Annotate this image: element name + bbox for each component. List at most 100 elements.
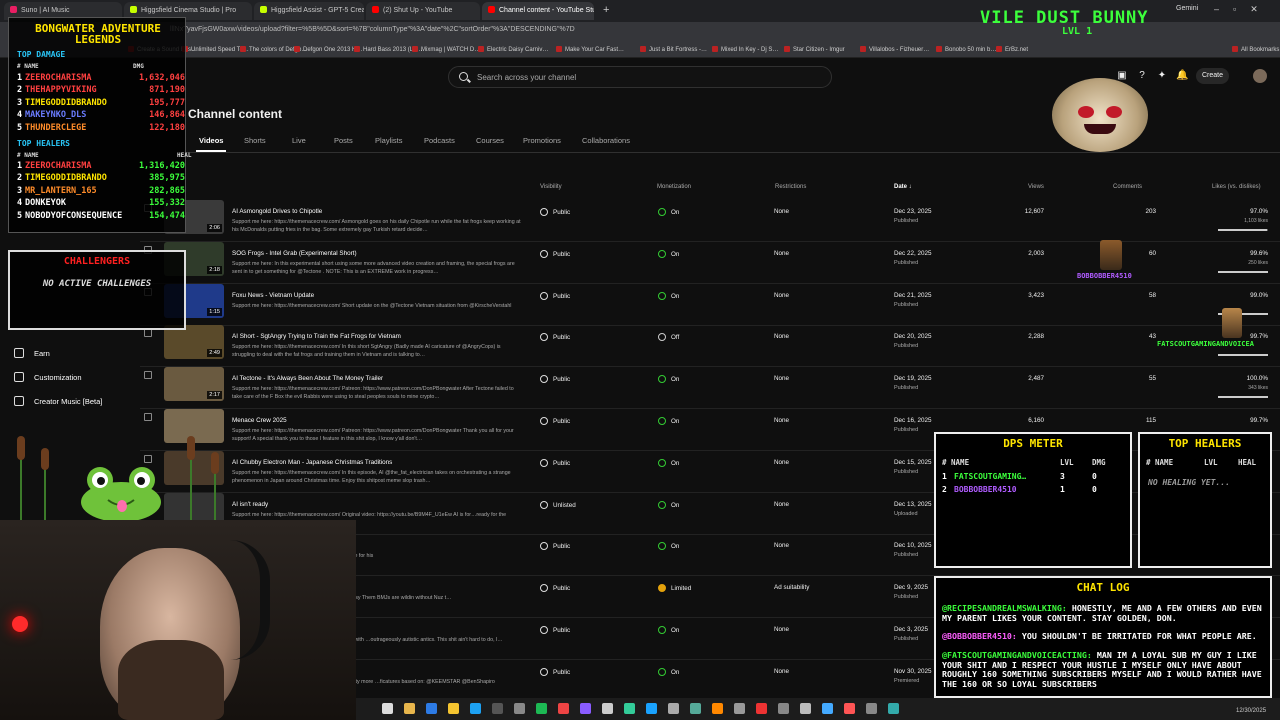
taskbar-app-icon[interactable] xyxy=(888,703,899,714)
sidebar-item-customization[interactable]: Customization xyxy=(14,372,82,382)
bookmark[interactable]: Make Your Car Fast… xyxy=(556,46,624,53)
bookmark[interactable]: Just a Bit Fortress -… xyxy=(640,46,707,53)
bookmark[interactable]: Electric Daisy Carniv… xyxy=(478,46,548,53)
tab-videos[interactable]: Videos xyxy=(199,136,223,145)
monetization-cell[interactable]: On xyxy=(658,667,679,676)
table-row[interactable]: 2:49 AI Short - SgtAngry Trying to Train … xyxy=(140,325,1280,368)
monetization-cell[interactable]: On xyxy=(658,626,679,634)
visibility-cell[interactable]: Public xyxy=(540,291,570,300)
taskbar-app-icon[interactable] xyxy=(536,703,547,714)
video-title[interactable]: AI Short - SgtAngry Trying to Train the … xyxy=(232,333,401,340)
bookmark[interactable]: Bonobo 50 min b… xyxy=(936,46,996,53)
taskbar-app-icon[interactable] xyxy=(404,703,415,714)
taskbar-app-icon[interactable] xyxy=(624,703,635,714)
taskbar-app-icon[interactable] xyxy=(580,703,591,714)
table-row[interactable]: 2:17 AI Tectone - It's Always Been About … xyxy=(140,367,1280,410)
bookmark[interactable]: Star Citizen - Imgur xyxy=(784,46,845,53)
new-tab-button[interactable]: + xyxy=(603,4,609,16)
url-text[interactable]: lllNxTyavFjsGW0axw/videos/upload?filter=… xyxy=(170,26,575,33)
gemini-button[interactable]: Gemini xyxy=(1176,5,1198,12)
taskbar-app-icon[interactable] xyxy=(602,703,613,714)
visibility-cell[interactable]: Public xyxy=(540,208,570,216)
avatar[interactable] xyxy=(1253,69,1267,83)
taskbar-app-icon[interactable] xyxy=(734,703,745,714)
search-input[interactable]: Search across your channel xyxy=(448,66,832,88)
tab-promotions[interactable]: Promotions xyxy=(523,136,561,145)
tab-live[interactable]: Live xyxy=(292,136,306,145)
bookmark[interactable]: Defgon One 2013 H… xyxy=(294,46,362,53)
bookmark[interactable]: Unlimited Speed Te… xyxy=(182,46,249,53)
visibility-cell[interactable]: Unlisted xyxy=(540,500,576,509)
create-button[interactable]: Create xyxy=(1196,68,1230,84)
monetization-cell[interactable]: On xyxy=(658,458,679,467)
video-title[interactable]: AI isn't ready xyxy=(232,501,268,508)
row-checkbox[interactable] xyxy=(144,371,152,380)
browser-tab[interactable]: Higgsfield Assist - GPT-5 Creat xyxy=(254,2,364,20)
browser-tab[interactable]: (2) Shut Up - YouTube xyxy=(366,2,480,20)
taskbar-app-icon[interactable] xyxy=(844,703,855,714)
taskbar-app-icon[interactable] xyxy=(426,703,437,714)
col-monetization[interactable]: Monetization xyxy=(657,184,691,190)
browser-tab[interactable]: Channel content - YouTube Stu xyxy=(482,2,594,20)
video-title[interactable]: Menace Crew 2025 xyxy=(232,417,287,424)
taskbar-app-icon[interactable] xyxy=(866,703,877,714)
bookmark[interactable]: ErBz.net xyxy=(996,46,1028,53)
visibility-cell[interactable]: Public xyxy=(540,626,570,634)
taskbar-app-icon[interactable] xyxy=(668,703,679,714)
bell-icon[interactable]: 🔔 xyxy=(1176,70,1188,82)
sidebar-item-earn[interactable]: Earn xyxy=(14,348,50,358)
visibility-cell[interactable]: Public xyxy=(540,417,570,425)
taskbar-app-icon[interactable] xyxy=(558,703,569,714)
table-row[interactable]: 2:06 AI Asmongold Drives to Chipotle Suppo… xyxy=(140,200,1280,242)
bookmark[interactable]: Villalobos - Fizheuer… xyxy=(860,46,929,53)
bookmark[interactable]: Mixed In Key - Dj S… xyxy=(712,46,778,53)
tab-courses[interactable]: Courses xyxy=(476,136,504,145)
taskbar-app-icon[interactable] xyxy=(756,703,767,714)
visibility-cell[interactable]: Public xyxy=(540,584,570,593)
video-title[interactable]: SOG Frogs - Intel Grab (Experimental Sho… xyxy=(232,250,357,257)
monetization-cell[interactable]: Off xyxy=(658,333,679,342)
monetization-cell[interactable]: Limited xyxy=(658,584,691,593)
visibility-cell[interactable]: Public xyxy=(540,542,570,551)
taskbar-app-icon[interactable] xyxy=(712,703,723,714)
video-title[interactable]: AI Tectone - It's Always Been About The … xyxy=(232,375,383,382)
taskbar-app-icon[interactable] xyxy=(470,703,481,714)
sparkle-icon[interactable]: ✦ xyxy=(1156,70,1168,82)
taskbar-app-icon[interactable] xyxy=(778,703,789,714)
bookmark[interactable]: All Bookmarks xyxy=(1232,46,1279,53)
monetization-cell[interactable]: On xyxy=(658,500,679,509)
tab-playlists[interactable]: Playlists xyxy=(375,136,403,145)
taskbar-app-icon[interactable] xyxy=(800,703,811,714)
tab-shorts[interactable]: Shorts xyxy=(244,136,266,145)
monetization-cell[interactable]: On xyxy=(658,291,679,300)
taskbar-app-icon[interactable] xyxy=(448,703,459,714)
monetization-cell[interactable]: On xyxy=(658,375,679,384)
video-title[interactable]: Foxu News - Vietnam Update xyxy=(232,292,314,299)
visibility-cell[interactable]: Public xyxy=(540,375,570,384)
monetization-cell[interactable]: On xyxy=(658,542,679,551)
taskbar-app-icon[interactable] xyxy=(690,703,701,714)
video-thumbnail[interactable]: 2:17 xyxy=(164,367,224,402)
row-checkbox[interactable] xyxy=(144,329,152,338)
video-title[interactable]: AI Asmongold Drives to Chipotle xyxy=(232,208,322,215)
taskbar-app-icon[interactable] xyxy=(382,703,393,714)
tab-collaborations[interactable]: Collaborations xyxy=(582,136,630,145)
tab-posts[interactable]: Posts xyxy=(334,136,353,145)
tab-podcasts[interactable]: Podcasts xyxy=(424,136,455,145)
col-restrictions[interactable]: Restrictions xyxy=(775,184,806,190)
video-title[interactable]: AI Chubby Electron Man - Japanese Christ… xyxy=(232,459,392,466)
taskbar-app-icon[interactable] xyxy=(514,703,525,714)
taskbar-app-icon[interactable] xyxy=(822,703,833,714)
monetization-cell[interactable]: On xyxy=(658,208,679,216)
monetization-cell[interactable]: On xyxy=(658,249,679,258)
sidebar-item-creator[interactable]: Creator Music [Beta] xyxy=(14,396,102,406)
col-date[interactable]: Date ↓ xyxy=(894,184,912,190)
visibility-cell[interactable]: Public xyxy=(540,333,570,342)
col-views[interactable]: Views xyxy=(1028,184,1044,190)
table-row[interactable]: 1:15 Foxu News - Vietnam Update Support me… xyxy=(140,283,1280,326)
taskbar-app-icon[interactable] xyxy=(492,703,503,714)
taskbar-app-icon[interactable] xyxy=(646,703,657,714)
col-comments[interactable]: Comments xyxy=(1113,184,1142,190)
col-visibility[interactable]: Visibility xyxy=(540,184,562,190)
video-thumbnail[interactable]: 2:49 xyxy=(164,325,224,360)
